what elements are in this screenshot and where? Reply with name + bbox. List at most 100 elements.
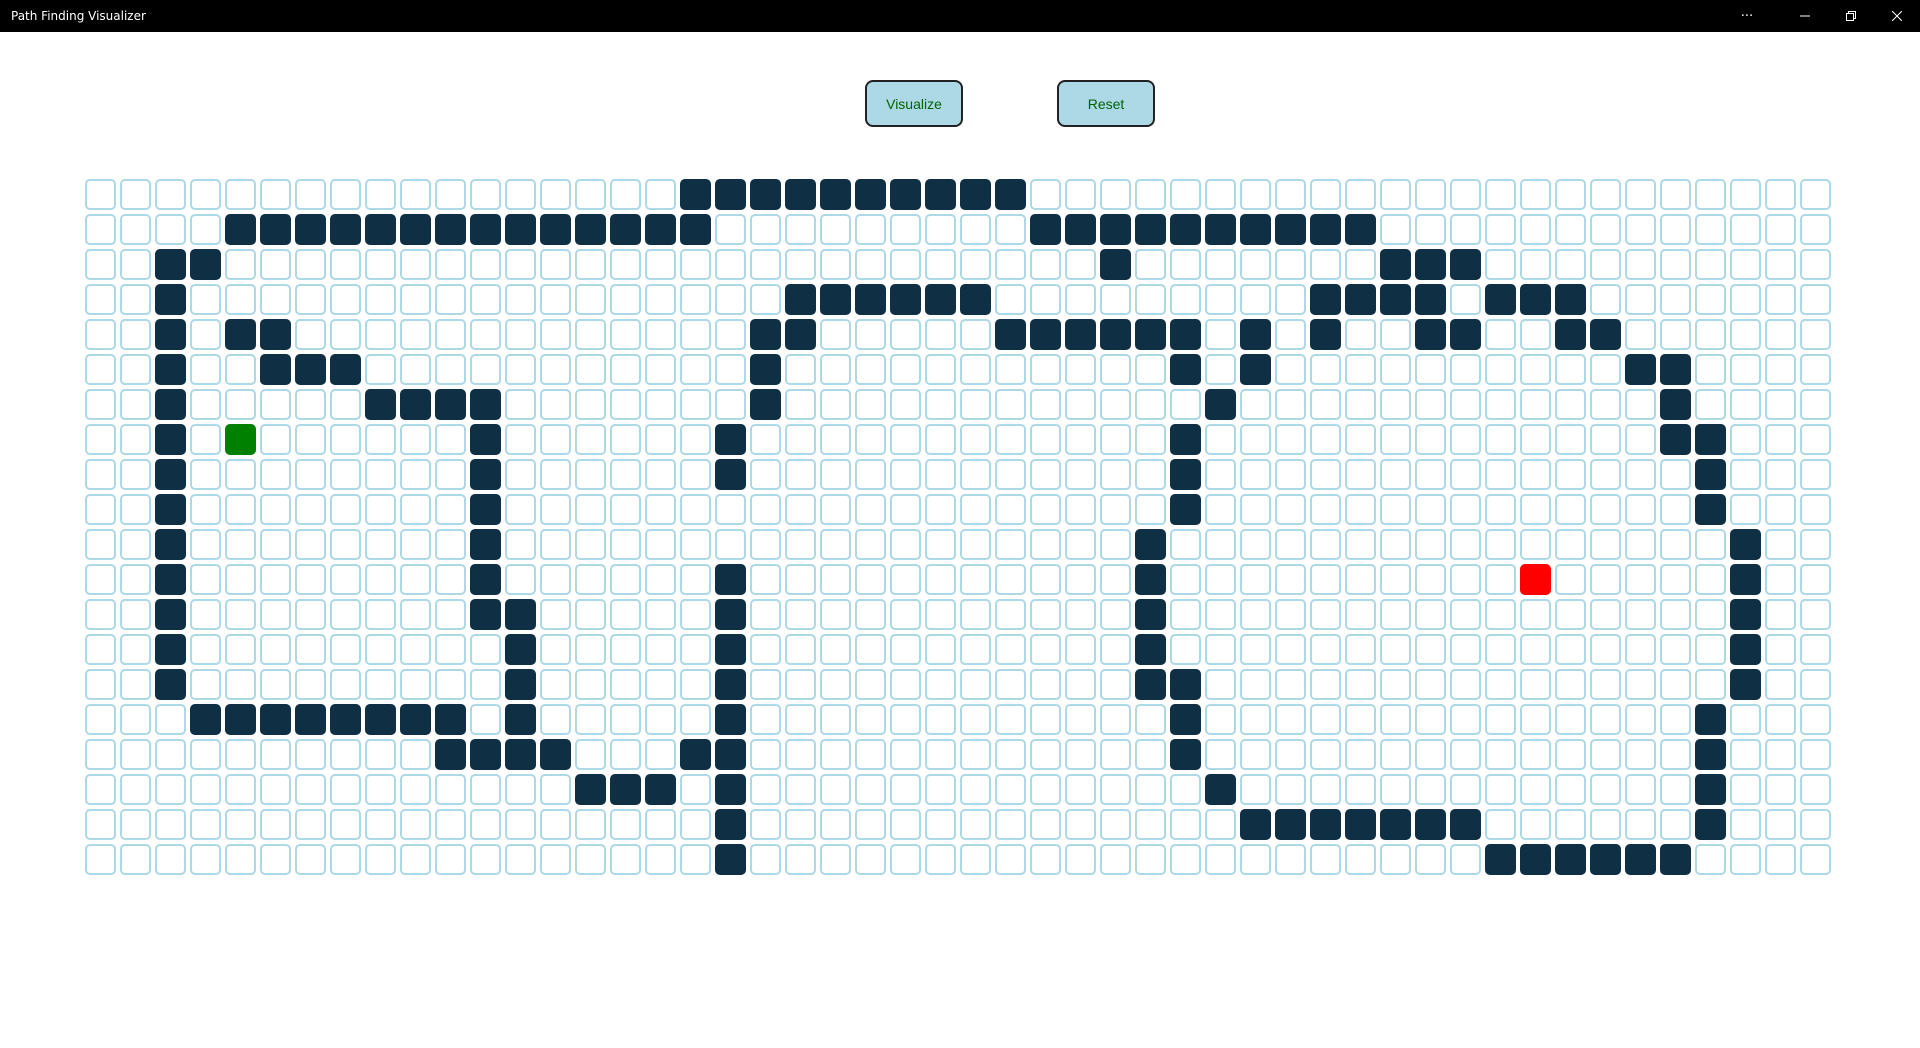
- visualize-button[interactable]: Visualize: [865, 80, 963, 127]
- wall-cell[interactable]: [1590, 844, 1621, 875]
- grid-cell[interactable]: [1800, 459, 1831, 490]
- grid-cell[interactable]: [925, 844, 956, 875]
- grid-cell[interactable]: [680, 774, 711, 805]
- grid-cell[interactable]: [1170, 599, 1201, 630]
- grid-cell[interactable]: [330, 529, 361, 560]
- grid-cell[interactable]: [1380, 669, 1411, 700]
- grid-cell[interactable]: [120, 669, 151, 700]
- grid-cell[interactable]: [1240, 599, 1271, 630]
- grid-cell[interactable]: [750, 774, 781, 805]
- grid-cell[interactable]: [715, 354, 746, 385]
- grid-cell[interactable]: [1625, 704, 1656, 735]
- grid-cell[interactable]: [785, 354, 816, 385]
- grid-cell[interactable]: [1765, 599, 1796, 630]
- wall-cell[interactable]: [155, 249, 186, 280]
- minimize-button[interactable]: [1782, 0, 1828, 32]
- grid-cell[interactable]: [190, 774, 221, 805]
- grid-cell[interactable]: [330, 669, 361, 700]
- wall-cell[interactable]: [155, 459, 186, 490]
- grid-cell[interactable]: [1590, 809, 1621, 840]
- wall-cell[interactable]: [1625, 844, 1656, 875]
- grid-cell[interactable]: [1450, 529, 1481, 560]
- grid-cell[interactable]: [155, 179, 186, 210]
- grid-cell[interactable]: [540, 389, 571, 420]
- grid-cell[interactable]: [750, 249, 781, 280]
- grid-cell[interactable]: [680, 494, 711, 525]
- grid-cell[interactable]: [470, 249, 501, 280]
- grid-cell[interactable]: [1765, 179, 1796, 210]
- grid-cell[interactable]: [260, 669, 291, 700]
- grid-cell[interactable]: [1695, 844, 1726, 875]
- wall-cell[interactable]: [155, 284, 186, 315]
- grid-cell[interactable]: [890, 354, 921, 385]
- grid-cell[interactable]: [575, 669, 606, 700]
- grid-cell[interactable]: [330, 494, 361, 525]
- wall-cell[interactable]: [260, 354, 291, 385]
- grid-cell[interactable]: [1310, 459, 1341, 490]
- grid-cell[interactable]: [890, 459, 921, 490]
- wall-cell[interactable]: [645, 774, 676, 805]
- grid-cell[interactable]: [925, 704, 956, 735]
- grid-cell[interactable]: [680, 634, 711, 665]
- grid-cell[interactable]: [715, 389, 746, 420]
- wall-cell[interactable]: [1450, 249, 1481, 280]
- grid-cell[interactable]: [1660, 529, 1691, 560]
- grid-cell[interactable]: [785, 844, 816, 875]
- wall-cell[interactable]: [260, 319, 291, 350]
- grid-cell[interactable]: [925, 564, 956, 595]
- grid-cell[interactable]: [225, 389, 256, 420]
- grid-cell[interactable]: [260, 424, 291, 455]
- grid-cell[interactable]: [155, 844, 186, 875]
- grid-cell[interactable]: [960, 564, 991, 595]
- grid-cell[interactable]: [1065, 809, 1096, 840]
- grid-cell[interactable]: [1485, 354, 1516, 385]
- grid-cell[interactable]: [1380, 424, 1411, 455]
- grid-cell[interactable]: [155, 214, 186, 245]
- grid-cell[interactable]: [120, 564, 151, 595]
- wall-cell[interactable]: [785, 284, 816, 315]
- grid-cell[interactable]: [995, 424, 1026, 455]
- grid-cell[interactable]: [155, 739, 186, 770]
- grid-cell[interactable]: [1590, 739, 1621, 770]
- grid-cell[interactable]: [225, 774, 256, 805]
- grid-cell[interactable]: [1485, 599, 1516, 630]
- grid-cell[interactable]: [1345, 669, 1376, 700]
- grid-cell[interactable]: [1450, 634, 1481, 665]
- grid-cell[interactable]: [260, 774, 291, 805]
- grid-cell[interactable]: [1450, 774, 1481, 805]
- grid-cell[interactable]: [1800, 774, 1831, 805]
- grid-cell[interactable]: [855, 809, 886, 840]
- grid-cell[interactable]: [330, 389, 361, 420]
- grid-cell[interactable]: [1660, 599, 1691, 630]
- grid-cell[interactable]: [1695, 284, 1726, 315]
- grid-cell[interactable]: [1450, 704, 1481, 735]
- wall-cell[interactable]: [435, 214, 466, 245]
- grid-cell[interactable]: [295, 599, 326, 630]
- grid-cell[interactable]: [1275, 599, 1306, 630]
- grid-cell[interactable]: [610, 389, 641, 420]
- grid-cell[interactable]: [575, 634, 606, 665]
- grid-cell[interactable]: [1240, 844, 1271, 875]
- grid-cell[interactable]: [85, 599, 116, 630]
- wall-cell[interactable]: [925, 179, 956, 210]
- grid-cell[interactable]: [680, 809, 711, 840]
- grid-cell[interactable]: [1485, 809, 1516, 840]
- grid-cell[interactable]: [1415, 564, 1446, 595]
- grid-cell[interactable]: [470, 774, 501, 805]
- grid-cell[interactable]: [1590, 634, 1621, 665]
- grid-cell[interactable]: [470, 634, 501, 665]
- grid-cell[interactable]: [120, 424, 151, 455]
- wall-cell[interactable]: [750, 389, 781, 420]
- grid-cell[interactable]: [890, 494, 921, 525]
- grid-cell[interactable]: [155, 809, 186, 840]
- wall-cell[interactable]: [715, 634, 746, 665]
- grid-cell[interactable]: [610, 424, 641, 455]
- wall-cell[interactable]: [715, 739, 746, 770]
- wall-cell[interactable]: [155, 599, 186, 630]
- wall-cell[interactable]: [1100, 249, 1131, 280]
- grid-cell[interactable]: [1100, 424, 1131, 455]
- grid-cell[interactable]: [995, 494, 1026, 525]
- grid-cell[interactable]: [1030, 529, 1061, 560]
- grid-cell[interactable]: [1380, 599, 1411, 630]
- grid-cell[interactable]: [1590, 424, 1621, 455]
